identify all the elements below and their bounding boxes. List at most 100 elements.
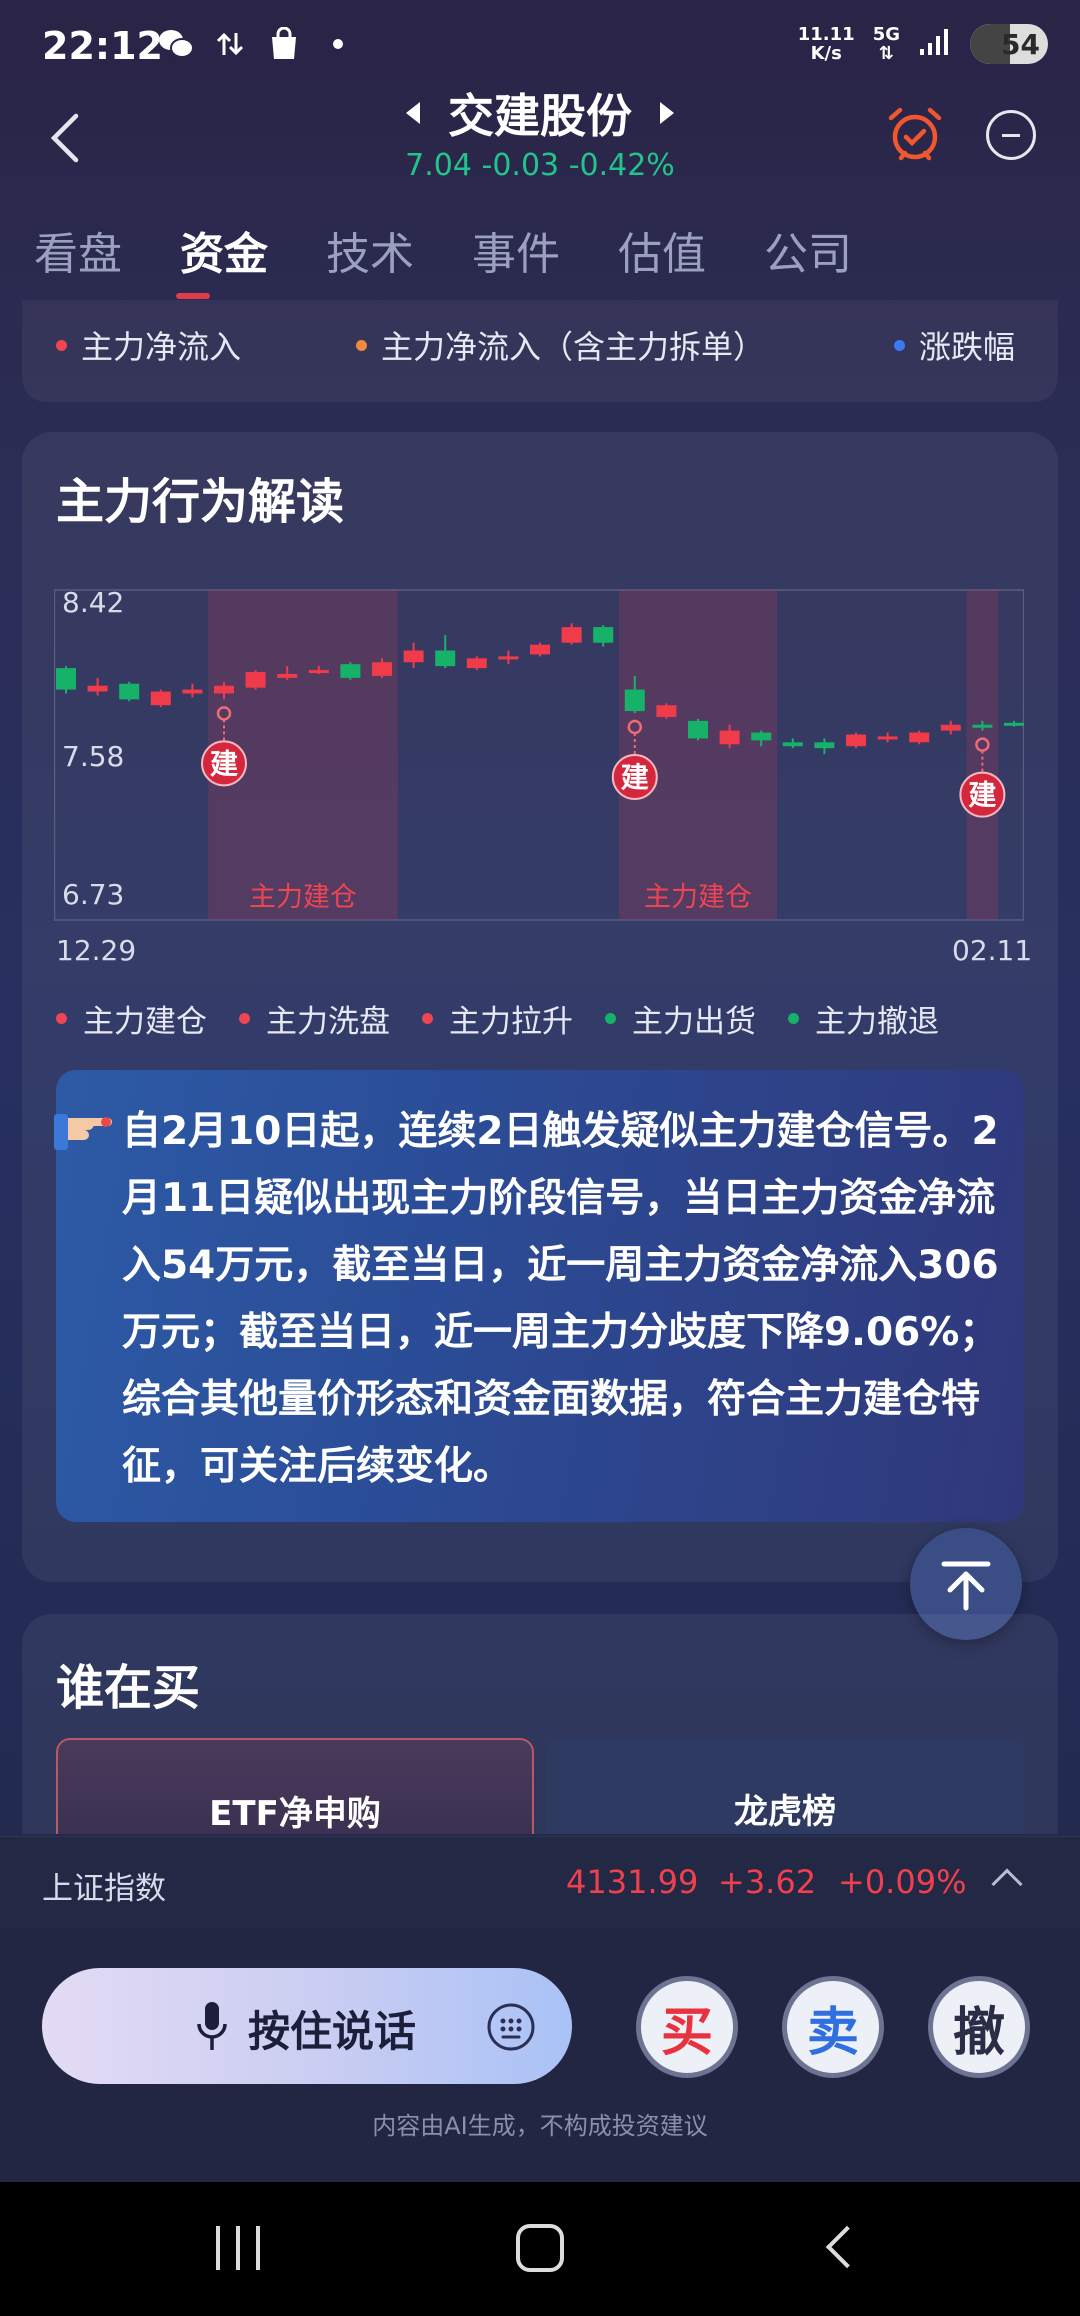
candle-body (277, 673, 298, 678)
candle-body (656, 705, 677, 717)
index-change: +3.62 (718, 1863, 817, 1901)
network-type: 5G ⇅ (872, 24, 900, 64)
accumulation-zone (966, 590, 999, 920)
zone-label: 主力建仓 (249, 882, 357, 913)
microphone-icon (197, 2002, 227, 2050)
y-axis-label-mid: 7.58 (62, 740, 125, 773)
candle-body (119, 683, 140, 700)
candlestick-chart[interactable]: 主力建仓 主力建仓建 建建 (54, 586, 1024, 922)
behavior-legend: 主力建仓 主力洗盘 主力拉升 主力出货 主力撤退 (56, 996, 949, 1041)
candle-body (624, 689, 645, 712)
buy-button[interactable]: 买 (636, 1976, 738, 2078)
stock-change: -0.03 (481, 148, 560, 183)
keyboard-emoji-icon[interactable] (486, 2002, 536, 2052)
cancel-order-button[interactable]: 撤 (928, 1976, 1030, 2078)
candle-body (403, 650, 424, 663)
candle-body (782, 742, 803, 747)
candle-body (214, 685, 234, 694)
candle-body (150, 691, 171, 706)
legend-dot (894, 339, 905, 351)
candle-body (814, 742, 835, 749)
hold-to-talk-label: 按住说话 (248, 2007, 417, 2056)
recent-apps-icon[interactable] (216, 2226, 260, 2270)
marker-label: 建 (210, 747, 238, 780)
main-tabs: 看盘 资金 技术 事件 估值 公司 (34, 218, 910, 282)
status-time: 22:12 (42, 24, 163, 68)
index-ticker-bar[interactable]: 上证指数 4131.99 +3.62 +0.09% (0, 1836, 1080, 1928)
alarm-clock-icon (888, 107, 942, 161)
tab-etf-net-subscription[interactable]: ETF净申购 (56, 1738, 534, 1834)
accumulation-zone (619, 590, 777, 920)
legend-withdraw[interactable]: 主力撤退 (788, 996, 939, 1041)
marker-label: 建 (621, 761, 649, 794)
signal-icon (918, 27, 952, 61)
chevron-up-icon[interactable] (991, 1868, 1023, 1900)
candle-body (182, 689, 203, 694)
previous-stock-arrow[interactable] (406, 102, 420, 124)
legend-change-pct[interactable]: 涨跌幅 (894, 322, 1015, 368)
battery-indicator: 54 (970, 24, 1048, 64)
candle-body (466, 658, 487, 669)
candle-body (340, 664, 361, 678)
remove-watchlist-button[interactable] (986, 110, 1036, 160)
legend-main-net-inflow[interactable]: 主力净流入 (56, 322, 241, 368)
candle-body (688, 720, 708, 739)
status-icons-right: 11.11 K/s 5G ⇅ 54 (798, 24, 1048, 64)
flow-legend-card: 主力净流入 主力净流入（含主力拆单） 涨跌幅 (22, 300, 1058, 402)
candle-body (530, 644, 550, 655)
marker-label: 建 (968, 779, 996, 812)
y-axis-label-top: 8.42 (62, 586, 125, 619)
legend-distribute[interactable]: 主力出货 (605, 996, 756, 1041)
legend-main-net-inflow-split[interactable]: 主力净流入（含主力拆单） (356, 322, 765, 368)
pointing-hand-icon (54, 1104, 114, 1154)
next-stock-arrow[interactable] (660, 102, 674, 124)
tab-technical[interactable]: 技术 (326, 218, 472, 282)
back-nav-icon[interactable] (825, 2225, 869, 2269)
candle-body (1004, 722, 1024, 726)
notification-dot-icon (320, 26, 356, 62)
candle-body (435, 650, 456, 667)
legend-accumulate[interactable]: 主力建仓 (56, 996, 207, 1041)
tab-dragon-tiger-list[interactable]: 龙虎榜 (546, 1738, 1024, 1834)
tab-valuation[interactable]: 估值 (618, 218, 764, 282)
candle-body (593, 627, 614, 643)
candle-body (972, 724, 993, 728)
legend-dot (356, 339, 367, 351)
analysis-text: 自2月10日起，连续2日触发疑似主力建仓信号。2月11日疑似出现主力阶段信号，当… (122, 1109, 999, 1489)
candle-body (877, 736, 898, 740)
tab-company[interactable]: 公司 (764, 218, 910, 282)
wechat-icon (158, 26, 194, 62)
who-buys-title: 谁在买 (56, 1660, 201, 1716)
price-alert-button[interactable] (885, 104, 945, 164)
candle-body (87, 685, 108, 692)
candle-body (846, 734, 866, 747)
chart-frame (54, 589, 1024, 921)
shopping-bag-icon (266, 26, 302, 62)
hold-to-talk-button[interactable]: 按住说话 (42, 1968, 572, 2084)
analysis-box: 自2月10日起，连续2日触发疑似主力建仓信号。2月11日疑似出现主力阶段信号，当… (54, 1070, 1024, 1522)
status-icons-left (158, 26, 356, 62)
legend-shakeout[interactable]: 主力洗盘 (239, 996, 390, 1041)
legend-pullup[interactable]: 主力拉升 (422, 996, 573, 1041)
tab-capital[interactable]: 资金 (180, 218, 326, 282)
candle-body (909, 732, 930, 743)
system-nav-bar (0, 2182, 1080, 2316)
candle-body (56, 668, 76, 690)
candle-body (751, 732, 772, 741)
sell-button[interactable]: 卖 (782, 1976, 884, 2078)
index-value: 4131.99 (566, 1863, 699, 1901)
x-axis-label-end: 02.11 (952, 934, 1033, 967)
legend-dot (56, 339, 67, 351)
active-tab-indicator (176, 293, 210, 299)
candle-body (372, 662, 392, 676)
home-icon[interactable] (516, 2224, 564, 2272)
tab-events[interactable]: 事件 (472, 218, 618, 282)
candle-body (719, 730, 740, 745)
ai-disclaimer: 内容由AI生成，不构成投资建议 (372, 2112, 708, 2140)
zone-label: 主力建仓 (644, 882, 752, 913)
candle-body (940, 724, 961, 731)
candle-body (245, 672, 266, 688)
index-change-pct: +0.09% (838, 1863, 967, 1901)
candle-body (308, 670, 329, 674)
tab-market[interactable]: 看盘 (34, 218, 180, 282)
